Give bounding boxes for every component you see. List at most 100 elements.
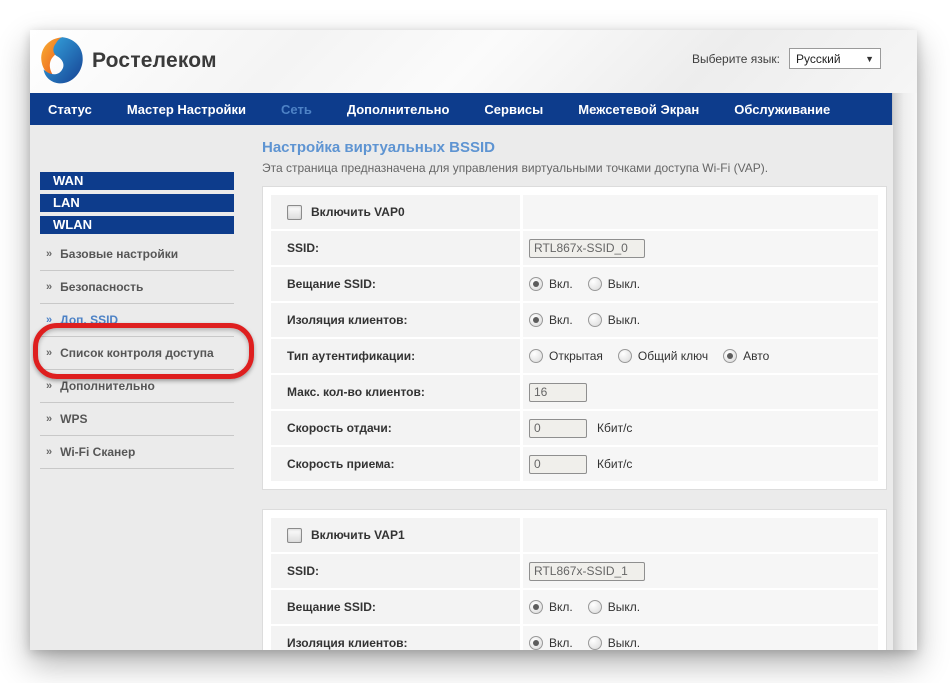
vap1-form: Включить VAP1 SSID: Вещание SSID: Вкл. Выкл.… xyxy=(262,509,887,650)
field-label: Вещание SSID: xyxy=(287,600,376,614)
arrow-icon: » xyxy=(46,280,53,293)
field-label-cell: Скорость приема: xyxy=(271,447,520,481)
rx-rate-vap0-input[interactable] xyxy=(529,454,587,474)
auth-type-vap0-radio[interactable] xyxy=(617,349,632,363)
nav-services[interactable]: Сервисы xyxy=(484,102,543,117)
sidebar-item-security[interactable]: » Безопасность xyxy=(40,271,234,304)
auth-type-vap0-radio[interactable] xyxy=(529,349,543,363)
field-value-cell xyxy=(523,375,878,409)
page-title: Настройка виртуальных BSSID xyxy=(262,139,496,156)
sidebar-item-access-control-list[interactable]: » Список контроля доступа xyxy=(40,337,234,370)
screenshot-canvas: Ростелеком Выберите язык: Русский ▼ Стат… xyxy=(0,0,950,683)
field-value-cell xyxy=(523,195,878,229)
radio-label: Вкл. xyxy=(549,313,573,327)
language-picker: Выберите язык: Русский ▼ xyxy=(692,48,881,69)
nav-status[interactable]: Статус xyxy=(48,102,92,117)
rostelecom-logo: Ростелеком xyxy=(39,36,217,86)
client-isolation-vap0-radio[interactable] xyxy=(529,313,543,327)
radio-label: Открытая xyxy=(549,349,603,363)
form-row: Вещание SSID: Вкл. Выкл. xyxy=(271,590,878,624)
main-navbar: Статус Мастер Настройки Сеть Дополнитель… xyxy=(30,93,893,125)
form-row: SSID: xyxy=(271,554,878,588)
form-row: Включить VAP0 xyxy=(271,195,878,229)
form-row: SSID: xyxy=(271,231,878,265)
sidebar: WAN LAN WLAN » Базовые настройки » Безоп… xyxy=(40,172,234,469)
sidebar-item-label: WPS xyxy=(60,412,88,426)
broadcast-ssid-vap1-radio[interactable] xyxy=(587,600,602,614)
field-label-cell: Изоляция клиентов: xyxy=(271,303,520,337)
brand-name: Ростелеком xyxy=(92,49,217,72)
field-value-cell: Кбит/с xyxy=(523,411,878,445)
sidebar-item-wifi-scanner[interactable]: » Wi-Fi Сканер xyxy=(40,436,234,469)
sidebar-item-wps[interactable]: » WPS xyxy=(40,403,234,436)
sidebar-section-wan[interactable]: WAN xyxy=(40,172,234,190)
sidebar-item-label: Безопасность xyxy=(60,280,144,294)
content-area: WAN LAN WLAN » Базовые настройки » Безоп… xyxy=(30,125,893,650)
field-label-cell: Включить VAP1 xyxy=(271,518,520,552)
auth-type-vap0-radio[interactable] xyxy=(723,349,738,363)
radio-label: Выкл. xyxy=(607,600,641,614)
field-label-cell: SSID: xyxy=(271,231,520,265)
sidebar-item-label: Доп. SSID xyxy=(60,313,119,327)
sidebar-item-additional-ssid[interactable]: » Доп. SSID xyxy=(40,304,234,337)
field-value-cell: Открытая Общий ключ Авто xyxy=(523,339,878,373)
field-value-cell: Кбит/с xyxy=(523,447,878,481)
field-value-cell: Вкл. Выкл. xyxy=(523,626,878,650)
ssid-vap1-input[interactable] xyxy=(529,561,645,581)
arrow-icon: » xyxy=(46,247,53,260)
field-label: Скорость приема: xyxy=(287,457,395,471)
nav-maintenance[interactable]: Обслуживание xyxy=(734,102,830,117)
form-row: Скорость отдачи: Кбит/с xyxy=(271,411,878,445)
client-isolation-vap1-radio[interactable] xyxy=(529,636,543,650)
field-label-cell: Изоляция клиентов: xyxy=(271,626,520,650)
field-label: Включить VAP0 xyxy=(311,205,405,219)
broadcast-ssid-vap1-radio[interactable] xyxy=(529,600,543,614)
radio-label: Авто xyxy=(743,349,770,363)
broadcast-ssid-vap0-radio[interactable] xyxy=(587,277,602,291)
radio-label: Выкл. xyxy=(607,636,641,650)
sidebar-item-advanced[interactable]: » Дополнительно xyxy=(40,370,234,403)
arrow-icon: » xyxy=(46,379,53,392)
language-select[interactable]: Русский ▼ xyxy=(789,48,881,69)
nav-setup-wizard[interactable]: Мастер Настройки xyxy=(127,102,246,117)
form-row: Изоляция клиентов: Вкл. Выкл. xyxy=(271,626,878,650)
broadcast-ssid-vap0-radio[interactable] xyxy=(529,277,543,291)
field-label-cell: Тип аутентификации: xyxy=(271,339,520,373)
max-clients-vap0-input[interactable] xyxy=(529,382,587,402)
nav-network[interactable]: Сеть xyxy=(281,102,312,117)
arrow-icon: » xyxy=(46,313,53,326)
sidebar-item-basic-settings[interactable]: » Базовые настройки xyxy=(40,238,234,271)
page-subtitle: Эта страница предназначена для управлени… xyxy=(262,161,769,175)
language-selected-value: Русский xyxy=(796,51,841,66)
tx-rate-vap0-input[interactable] xyxy=(529,418,587,438)
ssid-vap0-input[interactable] xyxy=(529,238,645,258)
sidebar-item-label: Дополнительно xyxy=(60,379,155,393)
field-value-cell xyxy=(523,554,878,588)
unit-label: Кбит/с xyxy=(597,457,633,471)
enable-vap0-checkbox[interactable] xyxy=(287,204,302,220)
field-label: Скорость отдачи: xyxy=(287,421,392,435)
field-value-cell xyxy=(523,518,878,552)
sidebar-section-wlan[interactable]: WLAN xyxy=(40,216,234,234)
field-value-cell xyxy=(523,231,878,265)
field-label: SSID: xyxy=(287,241,320,255)
dropdown-arrow-icon: ▼ xyxy=(865,53,874,64)
arrow-icon: » xyxy=(46,445,53,458)
field-label-cell: Макс. кол-во клиентов: xyxy=(271,375,520,409)
router-admin-page: Ростелеком Выберите язык: Русский ▼ Стат… xyxy=(30,30,917,650)
vap0-form: Включить VAP0 SSID: Вещание SSID: Вкл. Выкл.… xyxy=(262,186,887,490)
client-isolation-vap1-radio[interactable] xyxy=(587,636,602,650)
field-label: Макс. кол-во клиентов: xyxy=(287,385,425,399)
field-value-cell: Вкл. Выкл. xyxy=(523,590,878,624)
nav-advanced[interactable]: Дополнительно xyxy=(347,102,450,117)
radio-label: Вкл. xyxy=(549,277,573,291)
field-label: Включить VAP1 xyxy=(311,528,405,542)
nav-firewall[interactable]: Межсетевой Экран xyxy=(578,102,699,117)
client-isolation-vap0-radio[interactable] xyxy=(587,313,602,327)
form-row: Макс. кол-во клиентов: xyxy=(271,375,878,409)
enable-vap1-checkbox[interactable] xyxy=(287,527,302,543)
sidebar-section-lan[interactable]: LAN xyxy=(40,194,234,212)
scrollbar-track[interactable] xyxy=(892,93,917,650)
sidebar-menu: » Базовые настройки » Безопасность » Доп… xyxy=(40,238,234,469)
unit-label: Кбит/с xyxy=(597,421,633,435)
